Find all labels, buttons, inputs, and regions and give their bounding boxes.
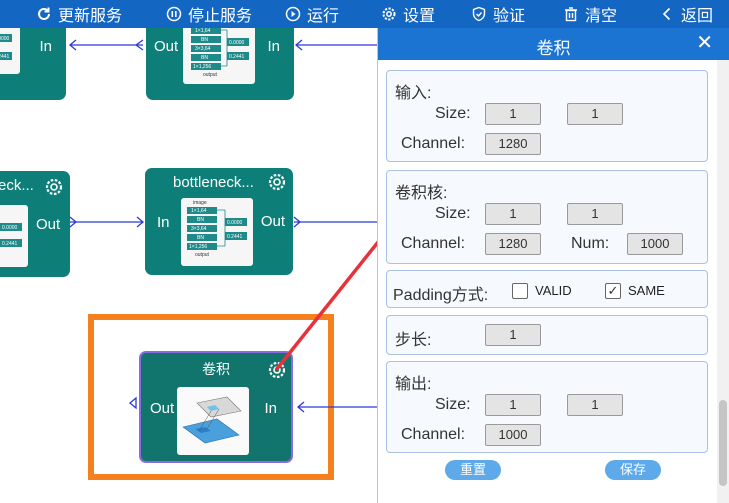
clear-button[interactable]: 清空 xyxy=(563,0,617,28)
shield-check-icon xyxy=(472,6,486,22)
run-button[interactable]: 运行 xyxy=(285,0,339,28)
channel-label: Channel: xyxy=(401,426,466,443)
stride-field[interactable]: 1 xyxy=(485,324,541,346)
stop-service-button[interactable]: 停止服务 xyxy=(166,0,252,28)
kernel-size-height-field[interactable]: 1 xyxy=(567,203,623,225)
kernel-size-width-field[interactable]: 1 xyxy=(485,203,541,225)
size-label: Size: xyxy=(435,205,471,222)
stride-section: 步长: 1 xyxy=(386,315,708,355)
output-size-width-field[interactable]: 1 xyxy=(485,394,541,416)
same-label: SAME xyxy=(628,283,665,298)
validate-button[interactable]: 验证 xyxy=(471,0,525,28)
padding-label: Padding方式: xyxy=(393,287,489,304)
panel-header: 卷积 ✕ xyxy=(378,28,729,60)
close-icon[interactable]: ✕ xyxy=(696,33,713,53)
input-channel-field[interactable]: 1280 xyxy=(485,133,541,155)
chevron-left-icon xyxy=(662,7,671,21)
output-size-height-field[interactable]: 1 xyxy=(567,394,623,416)
back-button[interactable]: 返回 xyxy=(659,0,713,28)
refresh-icon xyxy=(38,7,50,20)
size-label: Size: xyxy=(435,396,471,413)
panel-scrollbar-thumb[interactable] xyxy=(719,400,727,486)
play-icon xyxy=(285,6,301,22)
panel-title: 卷积 xyxy=(536,39,571,58)
kernel-num-field[interactable]: 1000 xyxy=(627,233,683,255)
output-channel-field[interactable]: 1000 xyxy=(485,424,541,446)
kernel-section: 卷积核: Size: 1 1 Channel: 1280 Num: 1000 xyxy=(386,170,708,264)
kernel-channel-field[interactable]: 1280 xyxy=(485,233,541,255)
channel-label: Channel: xyxy=(401,235,466,252)
section-heading: 输入: xyxy=(395,85,432,102)
output-section: 输出: Size: 1 1 Channel: 1000 xyxy=(386,361,708,453)
conv-properties-panel: 卷积 ✕ 输入: Size: 1 1 Channel: 1280 卷积核: Si… xyxy=(377,28,729,503)
input-section: 输入: Size: 1 1 Channel: 1280 xyxy=(386,70,708,162)
input-size-height-field[interactable]: 1 xyxy=(567,103,623,125)
input-size-width-field[interactable]: 1 xyxy=(485,103,541,125)
padding-section: Padding方式: VALID ✓ SAME xyxy=(386,270,708,308)
valid-checkbox[interactable] xyxy=(512,283,528,299)
size-label: Size: xyxy=(435,105,471,122)
num-label: Num: xyxy=(571,235,610,252)
section-heading: 卷积核: xyxy=(395,185,448,202)
top-toolbar: 更新服务 停止服务 运行 设置 验证 清空 返回 xyxy=(0,0,729,28)
valid-label: VALID xyxy=(535,283,572,298)
section-heading: 输出: xyxy=(395,376,432,393)
gear-icon xyxy=(382,7,396,21)
stop-icon xyxy=(166,6,182,22)
trash-icon xyxy=(565,7,577,22)
channel-label: Channel: xyxy=(401,135,466,152)
update-service-button[interactable]: 更新服务 xyxy=(36,0,122,28)
same-checkbox[interactable]: ✓ xyxy=(605,283,621,299)
stride-label: 步长: xyxy=(395,332,432,349)
save-button[interactable]: 保存 xyxy=(605,460,661,480)
reset-button[interactable]: 重置 xyxy=(445,460,501,480)
settings-button[interactable]: 设置 xyxy=(381,0,435,28)
